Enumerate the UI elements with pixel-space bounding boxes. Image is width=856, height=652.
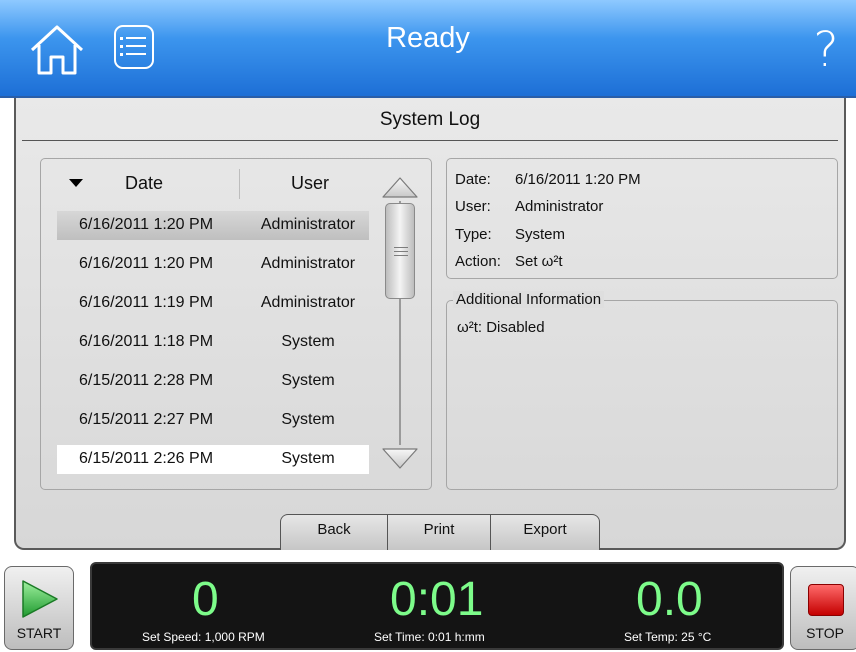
play-icon <box>22 580 58 618</box>
status-title: Ready <box>386 22 470 54</box>
time-readout: 0:01 <box>390 573 484 626</box>
log-row[interactable]: 6/15/2011 2:27 PM System <box>57 406 369 435</box>
row-date: 6/15/2011 2:27 PM <box>79 411 214 428</box>
detail-type-label: Type: <box>455 226 492 243</box>
page-title: System Log <box>379 109 481 130</box>
additional-info-legend: Additional Information <box>453 291 605 308</box>
help-icon: ? <box>813 22 839 78</box>
set-speed-label[interactable]: Set Speed: 1,000 RPM <box>142 630 265 644</box>
row-user: System <box>281 411 335 428</box>
detail-action-label: Action: <box>455 253 501 270</box>
system-log-panel: System Log Date User 6/16/2011 1:20 PM A… <box>14 98 846 550</box>
set-time-label[interactable]: Set Time: 0:01 h:mm <box>374 630 485 644</box>
row-date: 6/15/2011 2:28 PM <box>79 372 214 389</box>
row-date: 6/16/2011 1:18 PM <box>79 333 214 350</box>
speed-readout: 0 <box>192 573 219 626</box>
row-user: System <box>281 372 335 389</box>
log-row[interactable]: 6/16/2011 1:18 PM System <box>57 328 369 357</box>
export-button[interactable]: Export <box>490 514 600 550</box>
row-user: Administrator <box>260 294 356 311</box>
column-divider <box>239 169 240 199</box>
print-button[interactable]: Print <box>387 514 491 550</box>
log-row[interactable]: 6/16/2011 1:20 PM Administrator <box>57 250 369 279</box>
detail-action-value: Set ω²t <box>515 253 563 270</box>
title-divider <box>22 140 838 141</box>
row-user: System <box>281 450 335 467</box>
set-temp-label[interactable]: Set Temp: 25 °C <box>624 630 711 644</box>
temp-readout: 0.0 <box>636 573 703 626</box>
list-header: Date User <box>41 159 371 207</box>
row-date: 6/16/2011 1:19 PM <box>79 294 214 311</box>
log-detail: Date: 6/16/2011 1:20 PM User: Administra… <box>446 158 838 279</box>
help-button[interactable]: ? <box>810 20 842 80</box>
log-row[interactable]: 6/15/2011 2:28 PM System <box>57 367 369 396</box>
stop-label: STOP <box>806 625 844 641</box>
detail-user-value: Administrator <box>515 198 604 215</box>
log-row[interactable]: 6/15/2011 2:26 PM System <box>57 445 369 474</box>
scrollbar-thumb[interactable] <box>385 203 415 299</box>
row-user: Administrator <box>260 216 356 233</box>
start-button[interactable]: START <box>4 566 74 650</box>
row-user: Administrator <box>260 255 356 272</box>
log-list: Date User 6/16/2011 1:20 PM Administrato… <box>40 158 432 490</box>
column-header-user[interactable]: User <box>291 173 329 194</box>
additional-info-text: ω²t: Disabled <box>457 319 545 336</box>
header-bar: Ready ? <box>0 0 856 98</box>
stop-icon <box>808 584 844 616</box>
scroll-up-button[interactable] <box>381 175 419 199</box>
column-header-date[interactable]: Date <box>125 173 163 194</box>
row-user: System <box>281 333 335 350</box>
log-row[interactable]: 6/16/2011 1:20 PM Administrator <box>57 211 369 240</box>
run-status-bar: 0 Set Speed: 1,000 RPM 0:01 Set Time: 0:… <box>90 562 784 650</box>
detail-date-label: Date: <box>455 171 491 188</box>
detail-date-value: 6/16/2011 1:20 PM <box>515 171 641 188</box>
back-button[interactable]: Back <box>280 514 388 550</box>
additional-info-group: Additional Information ω²t: Disabled <box>446 291 838 490</box>
detail-user-label: User: <box>455 198 491 215</box>
row-date: 6/16/2011 1:20 PM <box>79 255 214 272</box>
row-date: 6/16/2011 1:20 PM <box>79 216 214 233</box>
stop-button[interactable]: STOP <box>790 566 856 650</box>
log-row[interactable]: 6/16/2011 1:19 PM Administrator <box>57 289 369 318</box>
sort-descending-icon[interactable] <box>69 179 83 187</box>
row-date: 6/15/2011 2:26 PM <box>79 450 214 467</box>
detail-type-value: System <box>515 226 566 243</box>
scroll-down-button[interactable] <box>381 447 419 471</box>
action-buttons: Back Print Export <box>280 514 600 550</box>
start-label: START <box>16 625 62 641</box>
